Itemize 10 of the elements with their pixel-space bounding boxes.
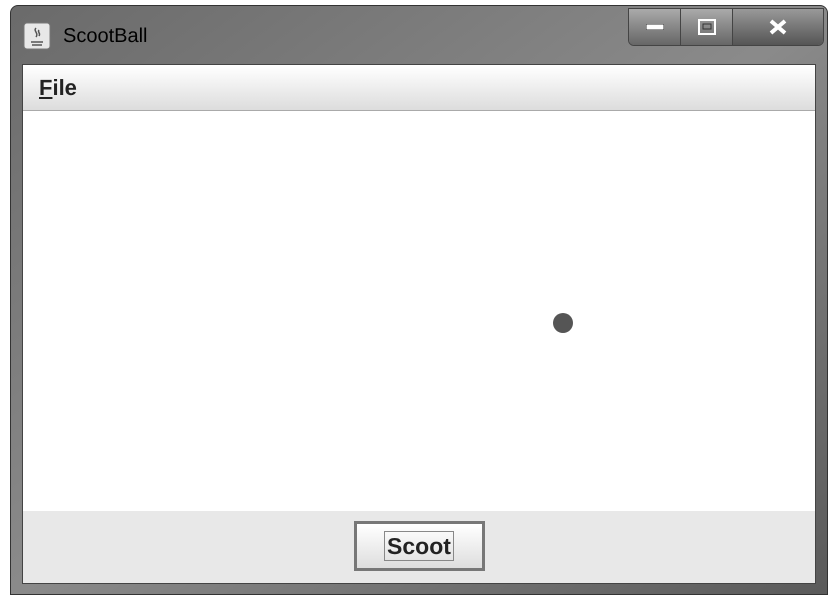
window-title: ScootBall	[63, 24, 148, 49]
menu-item[interactable]: File	[35, 71, 81, 104]
minimize-button[interactable]	[629, 9, 681, 45]
scoot-button[interactable]: Scoot	[354, 521, 484, 571]
maximize-button[interactable]	[681, 9, 733, 45]
minimize-icon	[646, 24, 664, 30]
close-icon	[768, 18, 788, 36]
maximize-icon	[698, 19, 716, 35]
close-button[interactable]	[733, 9, 823, 45]
app-icon	[23, 22, 51, 50]
